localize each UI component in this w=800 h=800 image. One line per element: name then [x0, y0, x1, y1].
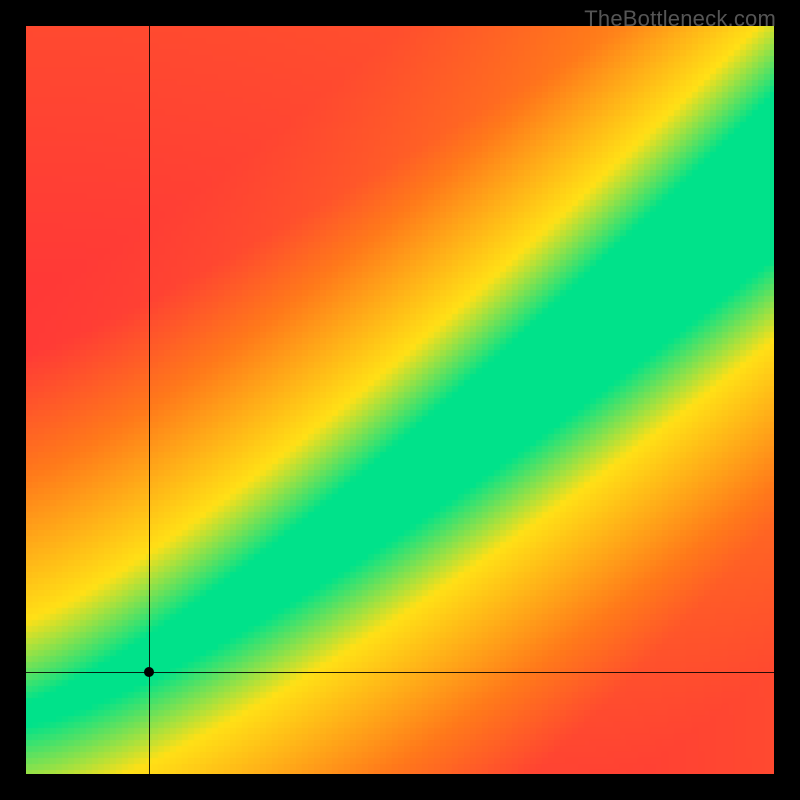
- crosshair-horizontal: [26, 672, 774, 673]
- watermark-text: TheBottleneck.com: [584, 6, 776, 32]
- heatmap-plot[interactable]: [26, 26, 774, 774]
- crosshair-dot-icon: [144, 667, 154, 677]
- chart-container: TheBottleneck.com: [0, 0, 800, 800]
- crosshair-vertical: [149, 26, 150, 774]
- heatmap-canvas: [26, 26, 774, 774]
